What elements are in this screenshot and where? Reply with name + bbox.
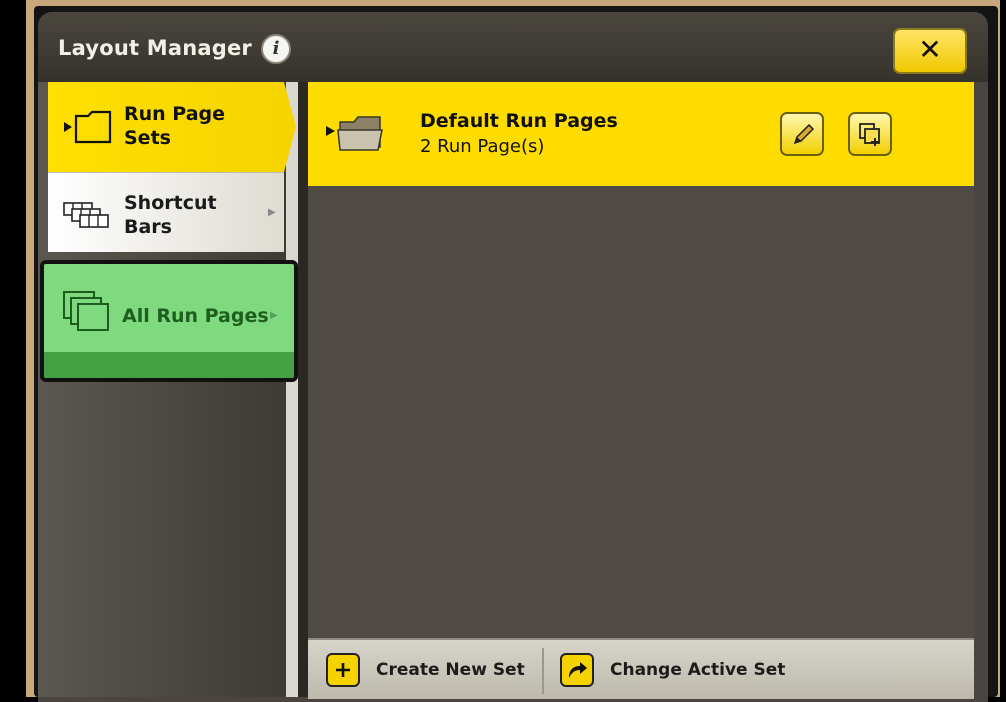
create-new-set-button[interactable]: Create New Set (326, 652, 525, 688)
folder-run-icon (326, 114, 386, 158)
info-icon[interactable]: i (261, 34, 291, 64)
sidebar: Run Page Sets Shortcut Bars ▶ All Run Pa… (38, 82, 298, 697)
chevron-right-icon: ▶ (270, 310, 278, 321)
sidebar-item-label: Run Page (124, 103, 226, 125)
chevron-right-icon: ▶ (268, 207, 276, 218)
copy-icon (857, 121, 885, 153)
sidebar-item-label: All Run Pages (122, 305, 269, 327)
highlight-band (44, 352, 294, 378)
divider (542, 648, 544, 694)
set-title: Default Run Pages (420, 110, 618, 132)
set-list: Default Run Pages 2 Run Page(s) Create N… (298, 82, 974, 699)
title-bar: Layout Manager i ✕ (38, 12, 988, 82)
window-title: Layout Manager (58, 36, 252, 60)
sidebar-item-label: Sets (124, 127, 171, 149)
copy-button[interactable] (848, 112, 892, 156)
sidebar-item-run-page-sets[interactable]: Run Page Sets (48, 82, 296, 172)
folder-run-icon (64, 110, 114, 148)
sidebar-item-label: Shortcut (124, 192, 217, 214)
list-item[interactable]: Default Run Pages 2 Run Page(s) (308, 82, 974, 186)
create-new-set-label: Create New Set (376, 660, 525, 680)
set-subtitle: 2 Run Page(s) (420, 136, 545, 157)
edit-button[interactable] (780, 112, 824, 156)
change-active-set-button[interactable]: Change Active Set (560, 652, 785, 688)
sidebar-item-all-run-pages[interactable]: All Run Pages ▶ (40, 260, 298, 382)
plus-icon (326, 653, 360, 687)
close-button[interactable]: ✕ (893, 28, 967, 74)
shortcut-bars-icon (62, 199, 114, 235)
run-pages-stack-icon (62, 290, 114, 338)
curved-arrow-icon (560, 653, 594, 687)
change-active-set-label: Change Active Set (610, 660, 786, 680)
sidebar-item-shortcut-bars[interactable]: Shortcut Bars ▶ (48, 172, 284, 252)
sidebar-item-label: Bars (124, 216, 172, 238)
footer-toolbar: Create New Set Change Active Set (308, 638, 974, 699)
edit-pencil-icon (789, 121, 817, 153)
